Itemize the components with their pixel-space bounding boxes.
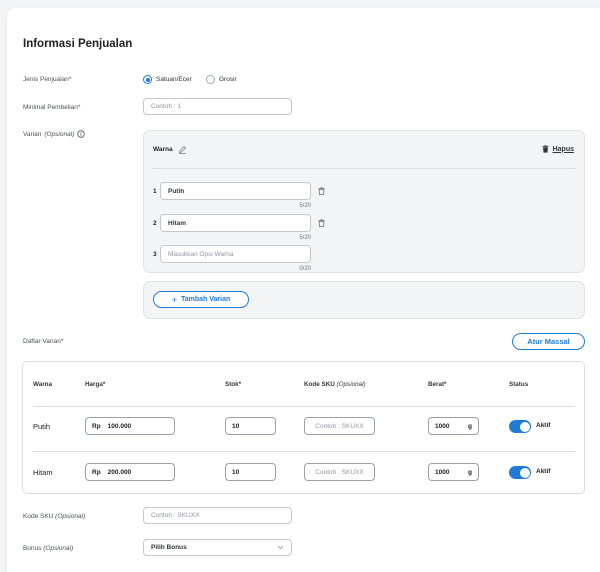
sku-input-2[interactable]: Contoh : SKUXX [304, 463, 375, 481]
minimal-pembelian-label: Minimal Pembelian* [23, 104, 81, 111]
kode-sku-label: Kode SKU (Opsional) [23, 513, 85, 520]
sku-placeholder-1: Contoh : SKUXX [315, 422, 364, 430]
weight-unit-1: g [468, 422, 472, 430]
sales-info-card: Informasi Penjualan Jenis Penjualan* Sat… [7, 8, 600, 572]
variant-divider [153, 168, 575, 169]
radio-grosir-label: Grosir [219, 76, 237, 83]
status-toggle-1[interactable] [509, 420, 531, 433]
col-header-sku: Kode SKU (Opsional) [304, 381, 366, 388]
col-header-berat: Berat* [428, 381, 447, 388]
option-number-1: 1 [153, 188, 157, 195]
bonus-label: Bonus (Opsional) [23, 545, 73, 552]
option-counter-3: 0/20 [299, 266, 311, 272]
sku-input-1[interactable]: Contoh : SKUXX [304, 417, 375, 435]
weight-input-2[interactable]: 1000 g [428, 463, 479, 481]
table-header-divider [33, 406, 575, 407]
add-variant-button[interactable]: + Tambah Varian [153, 291, 249, 308]
radio-grosir-dot[interactable] [206, 75, 215, 84]
varian-label-optional: (Opsional) [44, 130, 75, 138]
weight-input-1[interactable]: 1000 g [428, 417, 479, 435]
add-variant-label: Tambah Varian [180, 296, 231, 303]
col-header-sku-text: Kode SKU [304, 381, 335, 388]
option-input-3[interactable]: Masukkan Opsi Warna [160, 245, 311, 263]
row-name-1: Putih [33, 422, 51, 431]
col-header-status: Status [509, 381, 529, 388]
info-icon[interactable] [77, 130, 85, 138]
pencil-icon[interactable] [178, 145, 187, 154]
daftar-varian-label: Daftar Varian* [23, 338, 64, 345]
trash-icon[interactable] [318, 187, 325, 195]
option-value-2: Hitam [168, 219, 187, 227]
price-prefix-1: Rp [92, 422, 101, 430]
add-variant-panel: + Tambah Varian [143, 281, 585, 319]
variant-group-name: Warna [153, 146, 173, 153]
bonus-label-text: Bonus [23, 545, 42, 552]
variant-group-header: Warna [153, 145, 187, 154]
col-header-sku-optional: (Opsional) [336, 381, 366, 388]
jenis-penjualan-label: Jenis Penjualan* [23, 76, 72, 83]
variant-group-panel: Warna Hapus 1 Putih 5/20 2 Hitam 5/20 3 … [143, 130, 585, 273]
radio-satuan[interactable]: Satuan/Ecer [143, 75, 192, 84]
status-label-2: Aktif [536, 468, 551, 475]
weight-value-2: 1000 [435, 468, 450, 476]
delete-variant-button[interactable]: Hapus [542, 145, 574, 153]
option-input-2[interactable]: Hitam [160, 214, 311, 232]
kode-sku-placeholder: Contoh : SKUXX [151, 512, 200, 519]
option-counter-1: 5/20 [299, 203, 311, 209]
chevron-down-icon [277, 545, 284, 550]
col-header-stok: Stok* [225, 381, 242, 388]
col-header-harga: Harga* [85, 381, 106, 388]
trash-icon[interactable] [318, 219, 325, 227]
price-value-1: 100.000 [107, 422, 132, 430]
varian-label-text: Varian [23, 130, 42, 138]
kode-sku-input[interactable]: Contoh : SKUXX [143, 507, 292, 524]
stock-input-1[interactable]: 10 [225, 417, 276, 435]
radio-satuan-label: Satuan/Ecer [156, 76, 192, 83]
row-name-2: Hitam [33, 468, 53, 477]
radio-grosir[interactable]: Grosir [206, 75, 237, 84]
sku-placeholder-2: Contoh : SKUXX [315, 468, 364, 476]
kode-sku-label-optional: (Opsional) [55, 513, 86, 520]
price-input-1[interactable]: Rp 100.000 [85, 417, 175, 435]
minimal-pembelian-input[interactable]: Contoh : 1 [143, 98, 292, 115]
radio-satuan-dot[interactable] [143, 75, 152, 84]
varian-label: Varian (Opsional) [23, 130, 85, 138]
bonus-select[interactable]: Pilih Bonus [143, 539, 292, 556]
weight-value-1: 1000 [435, 422, 450, 430]
price-value-2: 200.000 [107, 468, 132, 476]
stock-input-2[interactable]: 10 [225, 463, 276, 481]
bonus-label-optional: (Opsional) [43, 545, 74, 552]
option-counter-2: 5/20 [299, 235, 311, 241]
option-value-1: Putih [168, 187, 185, 195]
option-input-1[interactable]: Putih [160, 182, 311, 200]
col-header-warna: Warna [33, 381, 53, 388]
section-title: Informasi Penjualan [23, 38, 133, 50]
weight-unit-2: g [468, 468, 472, 476]
option-number-3: 3 [153, 251, 157, 258]
status-toggle-2[interactable] [509, 466, 531, 479]
delete-variant-label: Hapus [552, 145, 574, 153]
trash-icon [542, 145, 549, 153]
variant-table: Warna Harga* Stok* Kode SKU (Opsional) B… [22, 361, 585, 494]
price-prefix-2: Rp [92, 468, 101, 476]
table-row-divider [33, 451, 575, 452]
option-number-2: 2 [153, 220, 157, 227]
option-placeholder-3: Masukkan Opsi Warna [168, 250, 234, 258]
minimal-pembelian-placeholder: Contoh : 1 [151, 103, 181, 110]
price-input-2[interactable]: Rp 200.000 [85, 463, 175, 481]
bonus-select-value: Pilih Bonus [151, 544, 187, 551]
kode-sku-label-text: Kode SKU [23, 513, 54, 520]
atur-massal-button[interactable]: Atur Massal [512, 333, 585, 350]
status-label-1: Aktif [536, 422, 551, 429]
plus-icon: + [171, 294, 177, 305]
